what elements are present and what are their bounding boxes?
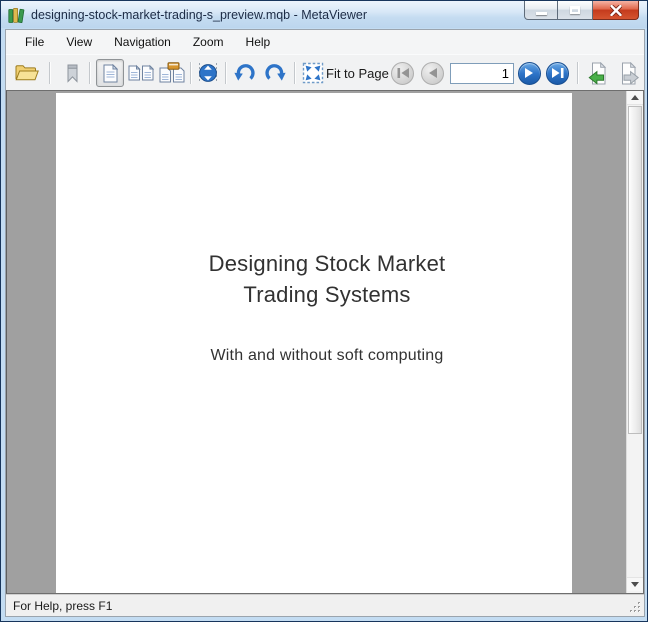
vertical-scrollbar[interactable] bbox=[626, 91, 643, 593]
rotate-left-icon bbox=[232, 63, 258, 84]
rotate-left-button[interactable] bbox=[231, 59, 259, 87]
fit-to-page-label: Fit to Page bbox=[326, 66, 389, 81]
menu-file[interactable]: File bbox=[16, 32, 53, 52]
first-page-button[interactable] bbox=[391, 59, 414, 87]
document-subtitle: With and without soft computing bbox=[82, 347, 572, 365]
last-page-icon bbox=[552, 68, 564, 78]
page-number-wrap bbox=[450, 59, 514, 87]
menu-zoom[interactable]: Zoom bbox=[184, 32, 233, 52]
single-page-icon bbox=[103, 64, 118, 83]
toolbar-separator bbox=[89, 62, 90, 84]
previous-page-button[interactable] bbox=[421, 59, 444, 87]
page-number-input[interactable] bbox=[450, 63, 514, 84]
scroll-down-button[interactable] bbox=[627, 577, 643, 591]
toolbar-separator bbox=[577, 62, 578, 84]
next-page-icon bbox=[525, 68, 534, 78]
minimize-icon bbox=[536, 12, 547, 15]
window-controls bbox=[524, 1, 639, 20]
forward-button[interactable] bbox=[616, 59, 644, 87]
window-title: designing-stock-market-trading-s_preview… bbox=[31, 8, 367, 22]
toolbar: Fit to Page bbox=[6, 54, 644, 90]
close-icon bbox=[610, 5, 622, 16]
app-icon bbox=[8, 7, 25, 23]
toolbar-separator bbox=[190, 62, 191, 84]
document-title: Designing Stock Market Trading Systems bbox=[82, 248, 572, 310]
fit-page-icon bbox=[302, 62, 324, 84]
maximize-icon bbox=[570, 6, 580, 14]
metaviewer-window: designing-stock-market-trading-s_preview… bbox=[0, 0, 648, 622]
continuous-scroll-button[interactable] bbox=[194, 59, 222, 87]
book-view-button[interactable] bbox=[158, 59, 186, 87]
scroll-up-button[interactable] bbox=[627, 91, 643, 105]
toolbar-separator bbox=[49, 62, 50, 84]
first-page-icon bbox=[397, 68, 409, 78]
document-viewer[interactable]: Designing Stock Market Trading Systems W… bbox=[7, 91, 626, 593]
bookmarks-button[interactable] bbox=[58, 59, 86, 87]
continuous-icon bbox=[195, 62, 221, 84]
resize-grip-icon[interactable] bbox=[629, 601, 642, 614]
toolbar-separator bbox=[294, 62, 295, 84]
open-folder-icon bbox=[15, 64, 39, 82]
statusbar: For Help, press F1 bbox=[6, 594, 644, 616]
menu-navigation[interactable]: Navigation bbox=[105, 32, 180, 52]
menu-view[interactable]: View bbox=[57, 32, 101, 52]
scroll-down-icon bbox=[631, 582, 639, 587]
next-page-button[interactable] bbox=[518, 59, 541, 87]
single-page-view-button[interactable] bbox=[96, 59, 124, 87]
rotate-right-icon bbox=[262, 63, 288, 84]
scrollbar-thumb[interactable] bbox=[628, 106, 642, 434]
forward-icon bbox=[619, 62, 641, 85]
scroll-up-icon bbox=[631, 95, 639, 100]
status-help-text: For Help, press F1 bbox=[6, 599, 112, 613]
document-title-line1: Designing Stock Market bbox=[82, 248, 572, 279]
document-page: Designing Stock Market Trading Systems W… bbox=[56, 93, 572, 593]
back-icon bbox=[587, 62, 609, 85]
fit-to-page-button[interactable] bbox=[299, 59, 327, 87]
toolbar-separator bbox=[225, 62, 226, 84]
app-frame: File View Navigation Zoom Help bbox=[5, 29, 645, 617]
menu-help[interactable]: Help bbox=[237, 32, 280, 52]
menubar: File View Navigation Zoom Help bbox=[6, 30, 644, 54]
content-area: Designing Stock Market Trading Systems W… bbox=[6, 90, 644, 594]
back-button[interactable] bbox=[584, 59, 612, 87]
fit-to-page-label-wrap: Fit to Page bbox=[326, 59, 389, 87]
rotate-right-button[interactable] bbox=[261, 59, 289, 87]
last-page-button[interactable] bbox=[546, 59, 569, 87]
close-button[interactable] bbox=[593, 1, 639, 20]
titlebar: designing-stock-market-trading-s_preview… bbox=[1, 1, 647, 28]
previous-page-icon bbox=[428, 68, 437, 78]
bookmark-icon bbox=[66, 64, 79, 83]
book-view-icon bbox=[159, 62, 185, 84]
minimize-button[interactable] bbox=[524, 1, 558, 20]
facing-pages-icon bbox=[128, 64, 154, 82]
open-button[interactable] bbox=[13, 59, 41, 87]
document-title-line2: Trading Systems bbox=[82, 279, 572, 310]
maximize-button[interactable] bbox=[558, 1, 593, 20]
facing-pages-view-button[interactable] bbox=[127, 59, 155, 87]
